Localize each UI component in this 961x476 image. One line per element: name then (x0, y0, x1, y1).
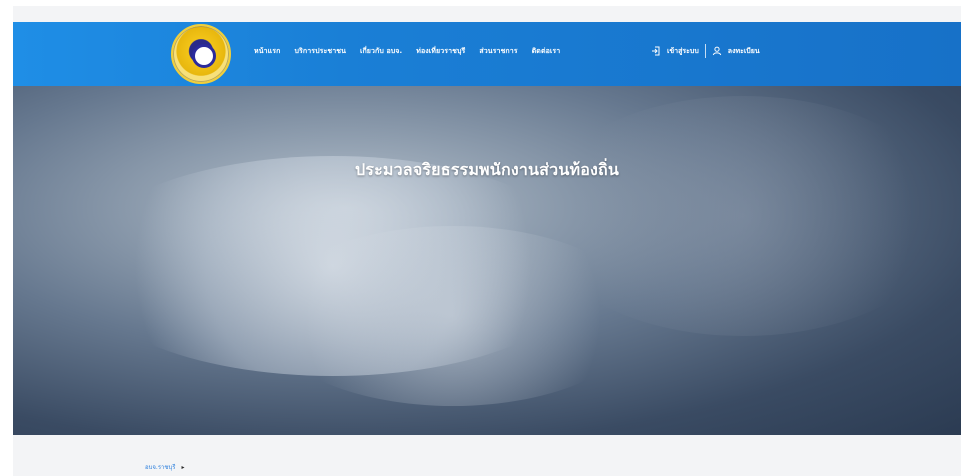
nav-item-public-services[interactable]: บริการประชาชน (294, 46, 346, 57)
login-icon (651, 46, 661, 56)
hero-cloud (263, 226, 643, 406)
page-title: ประมวลจริยธรรมพนักงานส่วนท้องถิ่น (354, 160, 620, 179)
main-nav: หน้าแรก บริการประชาชน เกี่ยวกับ อบจ. ท่อ… (254, 46, 560, 57)
auth-links: เข้าสู่ระบบ ลงทะเบียน (651, 44, 760, 58)
top-navigation-bar: หน้าแรก บริการประชาชน เกี่ยวกับ อบจ. ท่อ… (13, 22, 961, 86)
auth-divider (704, 44, 706, 58)
breadcrumb-item-home[interactable]: อบจ.ราชบุรี (145, 462, 176, 472)
breadcrumb: อบจ.ราชบุรี ▸ (145, 462, 185, 472)
nav-item-contact[interactable]: ติดต่อเรา (532, 46, 561, 57)
chevron-right-icon: ▸ (181, 463, 185, 471)
page-frame: หน้าแรก บริการประชาชน เกี่ยวกับ อบจ. ท่อ… (13, 6, 961, 476)
hero-banner: ประมวลจริยธรรมพนักงานส่วนท้องถิ่น (13, 86, 961, 435)
register-link[interactable]: ลงทะเบียน (728, 46, 760, 57)
nav-item-home[interactable]: หน้าแรก (254, 46, 280, 57)
login-link[interactable]: เข้าสู่ระบบ (667, 46, 699, 57)
user-icon (712, 46, 722, 56)
nav-item-about[interactable]: เกี่ยวกับ อบจ. (360, 46, 402, 57)
nav-item-departments[interactable]: ส่วนราชการ (479, 46, 517, 57)
nav-item-tourism[interactable]: ท่องเที่ยวราชบุรี (416, 46, 465, 57)
site-logo[interactable] (171, 24, 231, 84)
